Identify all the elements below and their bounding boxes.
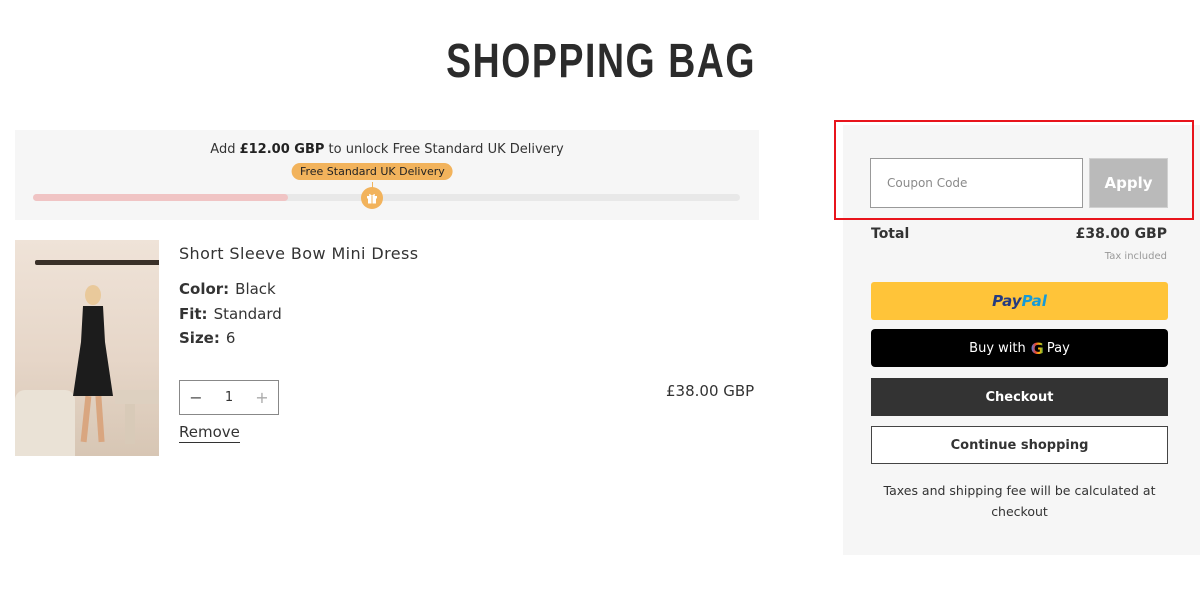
delivery-progress-bar <box>33 194 740 201</box>
page-title: SHOPPING BAG <box>446 35 757 88</box>
quantity-input[interactable] <box>214 390 244 405</box>
milestone-badge: Free Standard UK Delivery <box>291 163 453 180</box>
decrement-button[interactable]: − <box>188 388 204 407</box>
gift-icon <box>361 187 384 209</box>
total-label: Total <box>871 226 910 242</box>
delivery-progress-fill <box>33 194 288 201</box>
paypal-logo: PayPal <box>992 292 1047 310</box>
continue-shopping-button[interactable]: Continue shopping <box>871 426 1168 464</box>
tax-note: Tax included <box>1104 251 1167 262</box>
free-delivery-message: Add £12.00 GBP to unlock Free Standard U… <box>210 142 564 157</box>
product-color: Color: Black <box>179 280 276 298</box>
checkout-button[interactable]: Checkout <box>871 378 1168 416</box>
quantity-stepper: − + <box>179 380 279 415</box>
google-g-icon: G <box>1030 338 1044 358</box>
google-pay-button[interactable]: Buy with G Pay <box>871 329 1168 367</box>
apply-coupon-button[interactable]: Apply <box>1089 158 1168 208</box>
item-price: £38.00 GBP <box>666 382 755 400</box>
product-title[interactable]: Short Sleeve Bow Mini Dress <box>179 244 418 263</box>
paypal-button[interactable]: PayPal <box>871 282 1168 320</box>
taxes-footnote: Taxes and shipping fee will be calculate… <box>883 483 1156 519</box>
product-fit: Fit: Standard <box>179 305 282 323</box>
increment-button[interactable]: + <box>254 388 270 407</box>
product-size: Size: 6 <box>179 329 236 347</box>
coupon-code-input[interactable] <box>870 158 1083 208</box>
free-delivery-banner: Add £12.00 GBP to unlock Free Standard U… <box>15 130 759 220</box>
product-image[interactable] <box>15 240 159 456</box>
remaining-amount: £12.00 GBP <box>239 142 325 157</box>
total-value: £38.00 GBP <box>1075 226 1167 242</box>
remove-link[interactable]: Remove <box>179 423 240 443</box>
